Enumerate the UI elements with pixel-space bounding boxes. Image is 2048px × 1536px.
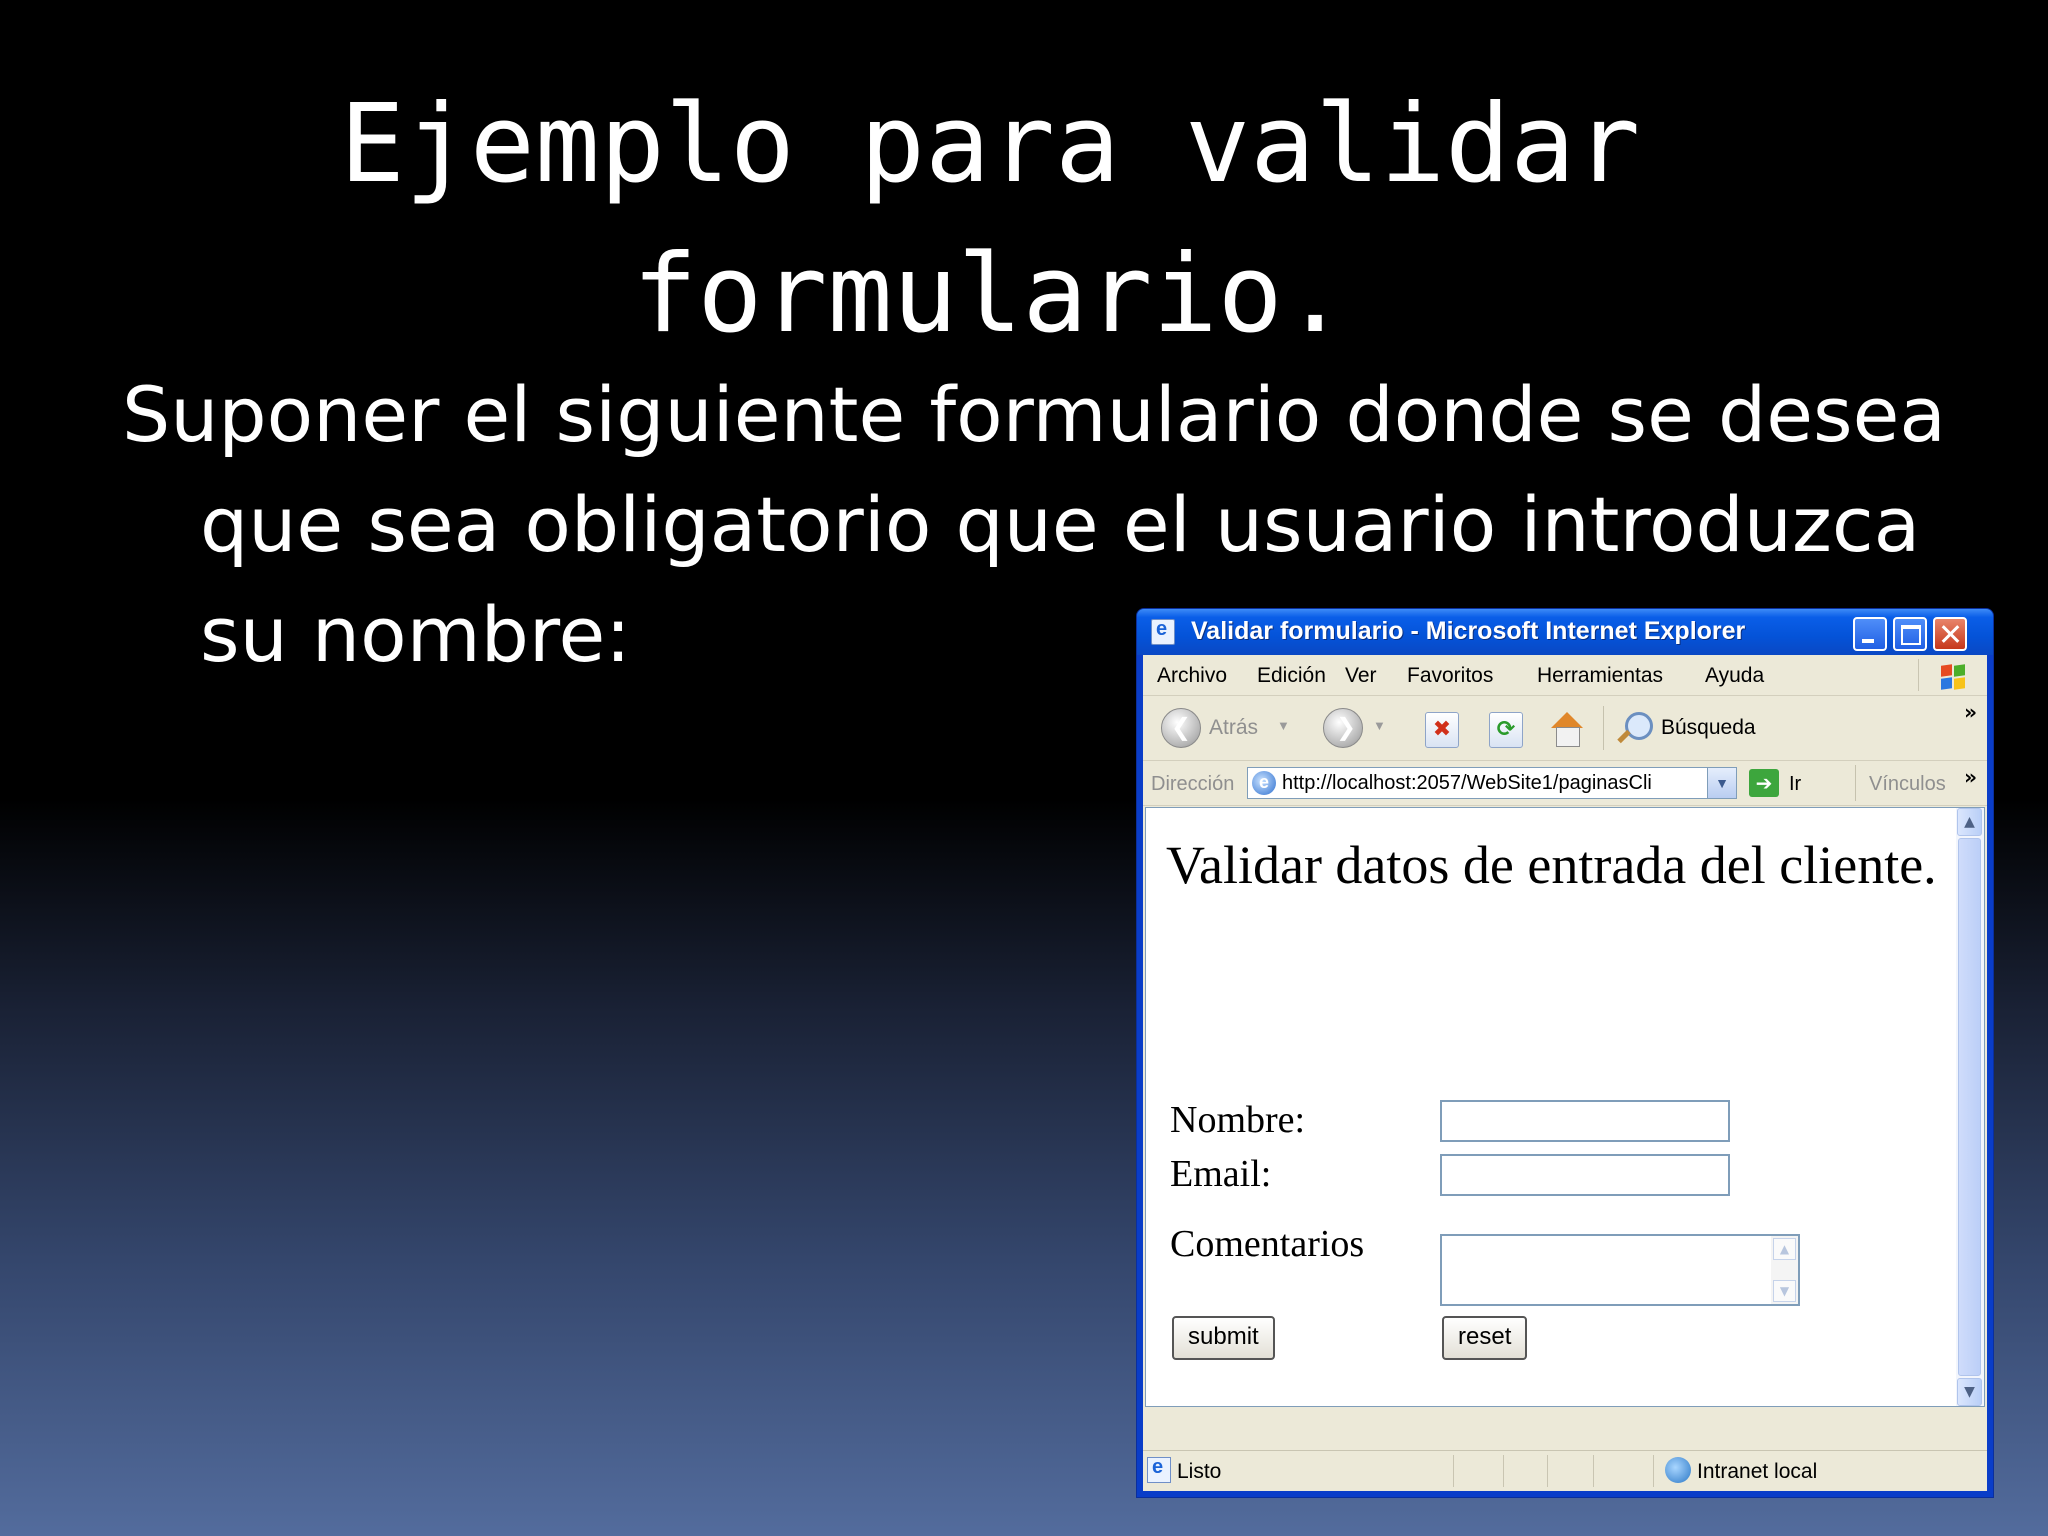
comentarios-textarea[interactable] <box>1440 1234 1800 1306</box>
chevron-down-icon[interactable]: ▼ <box>1707 768 1736 798</box>
forward-dropdown-icon[interactable]: ▼ <box>1373 718 1386 733</box>
browser-chrome: Archivo Edición Ver Favoritos Herramient… <box>1143 655 1987 1491</box>
comentarios-label: Comentarios <box>1170 1223 1365 1265</box>
status-divider <box>1547 1455 1548 1487</box>
links-separator <box>1855 765 1856 801</box>
browser-window: Validar formulario - Microsoft Internet … <box>1136 608 1994 1498</box>
page-scrollbar[interactable]: ▲ ▼ <box>1956 808 1984 1406</box>
links-overflow-icon[interactable]: » <box>1964 765 1977 789</box>
ie-page-icon: e <box>1252 771 1276 795</box>
address-field[interactable]: e http://localhost:2057/WebSite1/paginas… <box>1247 767 1737 799</box>
menu-edicion[interactable]: Edición <box>1257 664 1326 688</box>
menu-herramientas[interactable]: Herramientas <box>1537 664 1663 688</box>
chevron-down-icon[interactable]: ▼ <box>1957 1378 1982 1406</box>
address-url[interactable]: http://localhost:2057/WebSite1/paginasCl… <box>1282 772 1702 795</box>
home-icon[interactable] <box>1547 710 1587 750</box>
slide-title-line-2: formulario. <box>632 232 1348 357</box>
email-label: Email: <box>1170 1153 1272 1195</box>
go-label[interactable]: Ir <box>1789 773 1801 796</box>
standard-toolbar: Atrás ▼ ▼ ✖ ⟳ Búsqueda » <box>1143 696 1987 761</box>
status-divider <box>1453 1455 1454 1487</box>
refresh-icon[interactable]: ⟳ <box>1489 712 1523 748</box>
slide-body-line-2: que sea obligatorio que el usuario intro… <box>200 480 1921 569</box>
slide-title: Ejemplo para validar formulario. <box>150 70 1830 370</box>
status-divider <box>1653 1455 1654 1487</box>
reset-button[interactable]: reset <box>1442 1316 1528 1360</box>
toolbar-separator <box>1603 706 1604 750</box>
status-divider <box>1503 1455 1504 1487</box>
menu-bar: Archivo Edición Ver Favoritos Herramient… <box>1143 655 1987 696</box>
zone-text: Intranet local <box>1697 1460 1818 1483</box>
slide-title-line-1: Ejemplo para validar <box>339 82 1641 207</box>
ie-page-icon <box>1147 1456 1171 1483</box>
close-button[interactable] <box>1933 617 1967 651</box>
windows-flag-icon <box>1918 659 1981 691</box>
magnifier-icon[interactable] <box>1613 708 1657 752</box>
window-titlebar[interactable]: Validar formulario - Microsoft Internet … <box>1137 609 1993 655</box>
intranet-globe-icon <box>1665 1457 1691 1483</box>
go-arrow-icon[interactable]: ➔ <box>1749 769 1779 797</box>
status-text: Listo <box>1177 1460 1222 1483</box>
search-label[interactable]: Búsqueda <box>1661 716 1756 740</box>
status-divider <box>1593 1455 1594 1487</box>
minimize-button[interactable] <box>1853 617 1887 651</box>
stop-icon[interactable]: ✖ <box>1425 712 1459 748</box>
chevron-up-icon[interactable]: ▲ <box>1957 808 1982 836</box>
textarea-scrollbar[interactable]: ▲ ▼ <box>1771 1236 1798 1304</box>
page-viewport: Validar datos de entrada del cliente. No… <box>1145 807 1985 1407</box>
menu-archivo[interactable]: Archivo <box>1157 664 1227 688</box>
maximize-button[interactable] <box>1893 617 1927 651</box>
links-label[interactable]: Vínculos <box>1869 773 1946 796</box>
menu-ver[interactable]: Ver <box>1345 664 1377 688</box>
nombre-field[interactable] <box>1440 1100 1730 1142</box>
email-field[interactable] <box>1440 1154 1730 1196</box>
back-arrow-icon[interactable] <box>1161 708 1201 748</box>
page-heading: Validar datos de entrada del cliente. <box>1166 835 1937 895</box>
back-label[interactable]: Atrás <box>1209 716 1258 740</box>
forward-arrow-icon[interactable] <box>1323 708 1363 748</box>
address-bar: Dirección e http://localhost:2057/WebSit… <box>1143 761 1987 806</box>
scrollbar-thumb[interactable] <box>1958 838 1981 1376</box>
submit-button[interactable]: submit <box>1172 1316 1275 1360</box>
chevron-up-icon[interactable]: ▲ <box>1773 1238 1796 1260</box>
menu-ayuda[interactable]: Ayuda <box>1705 664 1764 688</box>
slide-body-line-1: Suponer el siguiente formulario donde se… <box>122 370 1946 459</box>
nombre-label: Nombre: <box>1170 1099 1306 1141</box>
menu-favoritos[interactable]: Favoritos <box>1407 664 1493 688</box>
ie-page-icon <box>1151 618 1175 645</box>
back-dropdown-icon[interactable]: ▼ <box>1277 718 1290 733</box>
status-bar: Listo Intranet local <box>1143 1450 1987 1491</box>
window-title: Validar formulario - Microsoft Internet … <box>1191 617 1746 645</box>
toolbar-overflow-icon[interactable]: » <box>1964 700 1977 724</box>
address-label: Dirección <box>1151 773 1235 795</box>
chevron-down-icon[interactable]: ▼ <box>1773 1280 1796 1302</box>
